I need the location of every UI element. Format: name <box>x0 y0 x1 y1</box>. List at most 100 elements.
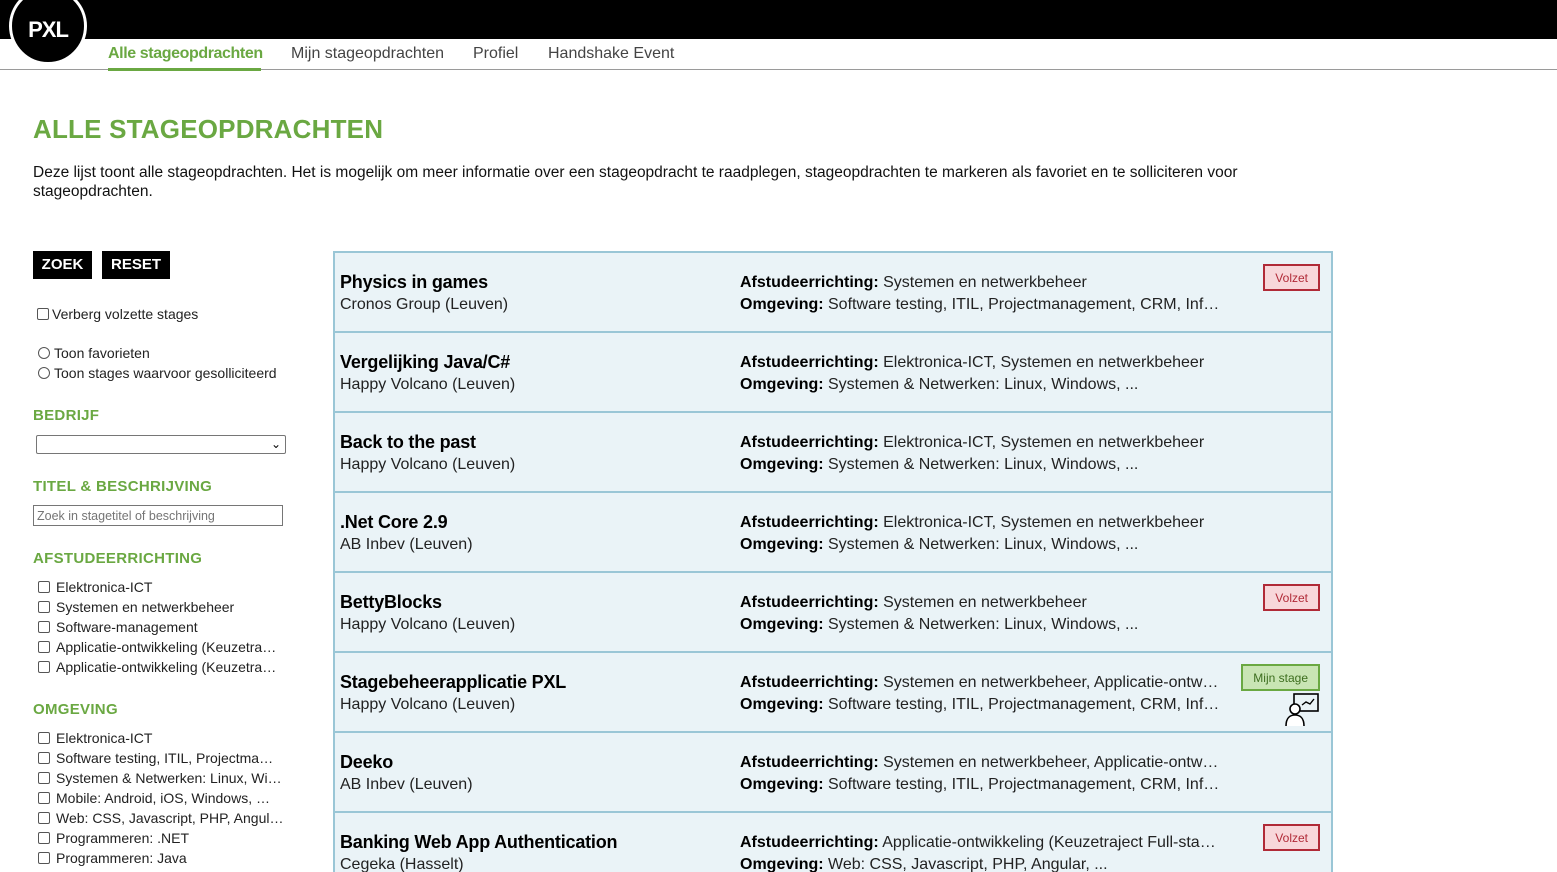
graduation-option-label: Elektronica-ICT <box>56 579 153 595</box>
checkbox[interactable] <box>38 752 50 764</box>
graduation-option-label: Software-management <box>56 619 198 635</box>
assignment-card[interactable]: Banking Web App Authentication Cegeka (Ha… <box>335 813 1331 872</box>
assignment-company: Happy Volcano (Leuven) <box>340 376 516 393</box>
show-favorites-radio[interactable]: Toon favorieten <box>38 345 150 361</box>
assignment-title[interactable]: Deeko <box>340 752 393 773</box>
assignment-company: Cronos Group (Leuven) <box>340 296 509 313</box>
assignment-title[interactable]: Physics in games <box>340 272 488 293</box>
assignment-title[interactable]: Banking Web App Authentication <box>340 832 618 853</box>
assignment-company: Happy Volcano (Leuven) <box>340 456 516 473</box>
assignment-graduation: Afstudeerrichting: Elektronica-ICT, Syst… <box>740 354 1205 371</box>
assignment-graduation: Afstudeerrichting: Elektronica-ICT, Syst… <box>740 434 1205 451</box>
assignment-company: Happy Volcano (Leuven) <box>340 616 516 633</box>
assignment-company: Cegeka (Hasselt) <box>340 856 464 872</box>
nav-handshake-event[interactable]: Handshake Event <box>548 45 674 63</box>
logo-text: PXL <box>28 17 69 42</box>
checkbox[interactable] <box>38 852 50 864</box>
assignment-card[interactable]: Vergelijking Java/C# Happy Volcano (Leuve… <box>335 333 1331 413</box>
graduation-option[interactable]: Applicatie-ontwikkeling (Keuzetra… <box>38 659 276 675</box>
hide-full-checkbox[interactable]: Verberg volzette stages <box>37 306 198 322</box>
environment-option[interactable]: Programmeren: Java <box>38 850 187 866</box>
assignment-company: Happy Volcano (Leuven) <box>340 696 516 713</box>
checkbox[interactable] <box>38 812 50 824</box>
graduation-option[interactable]: Software-management <box>38 619 198 635</box>
show-applied-label: Toon stages waarvoor gesolliciteerd <box>54 365 277 381</box>
assignment-card[interactable]: Physics in games Cronos Group (Leuven) Afs… <box>335 253 1331 333</box>
graduation-option[interactable]: Applicatie-ontwikkeling (Keuzetra… <box>38 639 276 655</box>
environment-option[interactable]: Programmeren: .NET <box>38 830 189 846</box>
radio[interactable] <box>38 367 50 379</box>
environment-option[interactable]: Elektronica-ICT <box>38 730 152 746</box>
checkbox[interactable] <box>38 601 50 613</box>
assignment-company: AB Inbev (Leuven) <box>340 776 473 793</box>
graduation-option-label: Systemen en netwerkbeheer <box>56 599 235 615</box>
assignment-list: Physics in games Cronos Group (Leuven) Afs… <box>333 251 1333 872</box>
reset-button[interactable]: RESET <box>102 251 170 279</box>
assignment-environment: Omgeving: Systemen & Netwerken: Linux, W… <box>740 536 1139 553</box>
assignment-card[interactable]: Stagebeheerapplicatie PXL Happy Volcano (… <box>335 653 1331 733</box>
environment-option-label: Programmeren: .NET <box>56 830 190 846</box>
main-nav: Alle stageopdrachten Mijn stageopdrachte… <box>0 39 1557 70</box>
chevron-down-icon: ⌄ <box>270 437 281 451</box>
assignment-title[interactable]: Back to the past <box>340 432 476 453</box>
checkbox[interactable] <box>38 661 50 673</box>
checkbox[interactable] <box>38 581 50 593</box>
assignment-card[interactable]: .Net Core 2.9 AB Inbev (Leuven) Afstudeerr… <box>335 493 1331 573</box>
assignment-card[interactable]: Deeko AB Inbev (Leuven) Afstudeerrichting:… <box>335 733 1331 813</box>
assignment-graduation: Afstudeerrichting: Systemen en netwerkbe… <box>740 274 1087 291</box>
assignment-card[interactable]: Back to the past Happy Volcano (Leuven) Af… <box>335 413 1331 493</box>
presenter-icon <box>1285 693 1319 727</box>
environment-filter-title: OMGEVING <box>33 701 118 718</box>
assignment-graduation: Afstudeerrichting: Applicatie-ontwikkeli… <box>740 834 1220 851</box>
assignment-environment: Omgeving: Systemen & Netwerken: Linux, W… <box>740 616 1139 633</box>
full-badge: Volzet <box>1263 264 1320 291</box>
graduation-option-label: Applicatie-ontwikkeling (Keuzetra… <box>56 659 277 675</box>
active-tab-indicator <box>108 68 261 71</box>
nav-alle-stageopdrachten[interactable]: Alle stageopdrachten <box>108 45 263 63</box>
assignment-environment: Omgeving: Web: CSS, Javascript, PHP, Ang… <box>740 856 1108 872</box>
assignment-graduation: Afstudeerrichting: Systemen en netwerkbe… <box>740 674 1220 691</box>
environment-option[interactable]: Web: CSS, Javascript, PHP, Angul… <box>38 810 283 826</box>
assignment-title[interactable]: Vergelijking Java/C# <box>340 352 510 373</box>
checkbox[interactable] <box>38 772 50 784</box>
nav-mijn-stageopdrachten[interactable]: Mijn stageopdrachten <box>291 45 444 63</box>
company-select[interactable]: ⌄ <box>36 435 286 454</box>
full-badge: Volzet <box>1263 584 1320 611</box>
my-internship-badge: Mijn stage <box>1241 664 1320 691</box>
nav-profiel[interactable]: Profiel <box>473 45 518 63</box>
graduation-option[interactable]: Systemen en netwerkbeheer <box>38 599 234 615</box>
checkbox[interactable] <box>38 641 50 653</box>
assignment-environment: Omgeving: Software testing, ITIL, Projec… <box>740 696 1220 713</box>
assignment-graduation: Afstudeerrichting: Systemen en netwerkbe… <box>740 754 1220 771</box>
environment-option-label: Software testing, ITIL, Projectma… <box>56 750 274 766</box>
radio[interactable] <box>38 347 50 359</box>
environment-option-label: Mobile: Android, iOS, Windows, … <box>56 790 270 806</box>
assignment-graduation: Afstudeerrichting: Systemen en netwerkbe… <box>740 594 1087 611</box>
assignment-environment: Omgeving: Systemen & Netwerken: Linux, W… <box>740 456 1139 473</box>
environment-option-label: Elektronica-ICT <box>56 730 153 746</box>
full-badge: Volzet <box>1263 824 1320 851</box>
graduation-filter-title: AFSTUDEERRICHTING <box>33 550 203 567</box>
checkbox[interactable] <box>38 732 50 744</box>
page-title: ALLE STAGEOPDRACHTEN <box>33 114 384 144</box>
graduation-option-label: Applicatie-ontwikkeling (Keuzetra… <box>56 639 277 655</box>
environment-option[interactable]: Systemen & Netwerken: Linux, Wi… <box>38 770 282 786</box>
assignment-environment: Omgeving: Software testing, ITIL, Projec… <box>740 296 1220 313</box>
assignment-card[interactable]: BettyBlocks Happy Volcano (Leuven) Afstude… <box>335 573 1331 653</box>
checkbox[interactable] <box>37 308 49 320</box>
assignment-title[interactable]: .Net Core 2.9 <box>340 512 448 533</box>
assignment-title[interactable]: BettyBlocks <box>340 592 442 613</box>
environment-option[interactable]: Mobile: Android, iOS, Windows, … <box>38 790 270 806</box>
show-applied-radio[interactable]: Toon stages waarvoor gesolliciteerd <box>38 365 277 381</box>
assignment-company: AB Inbev (Leuven) <box>340 536 473 553</box>
environment-option[interactable]: Software testing, ITIL, Projectma… <box>38 750 273 766</box>
assignment-environment: Omgeving: Systemen & Netwerken: Linux, W… <box>740 376 1139 393</box>
checkbox[interactable] <box>38 792 50 804</box>
search-button[interactable]: ZOEK <box>33 251 92 279</box>
checkbox[interactable] <box>38 832 50 844</box>
checkbox[interactable] <box>38 621 50 633</box>
search-input[interactable] <box>33 505 283 526</box>
assignment-title[interactable]: Stagebeheerapplicatie PXL <box>340 672 566 693</box>
environment-option-label: Web: CSS, Javascript, PHP, Angul… <box>56 810 284 826</box>
graduation-option[interactable]: Elektronica-ICT <box>38 579 152 595</box>
